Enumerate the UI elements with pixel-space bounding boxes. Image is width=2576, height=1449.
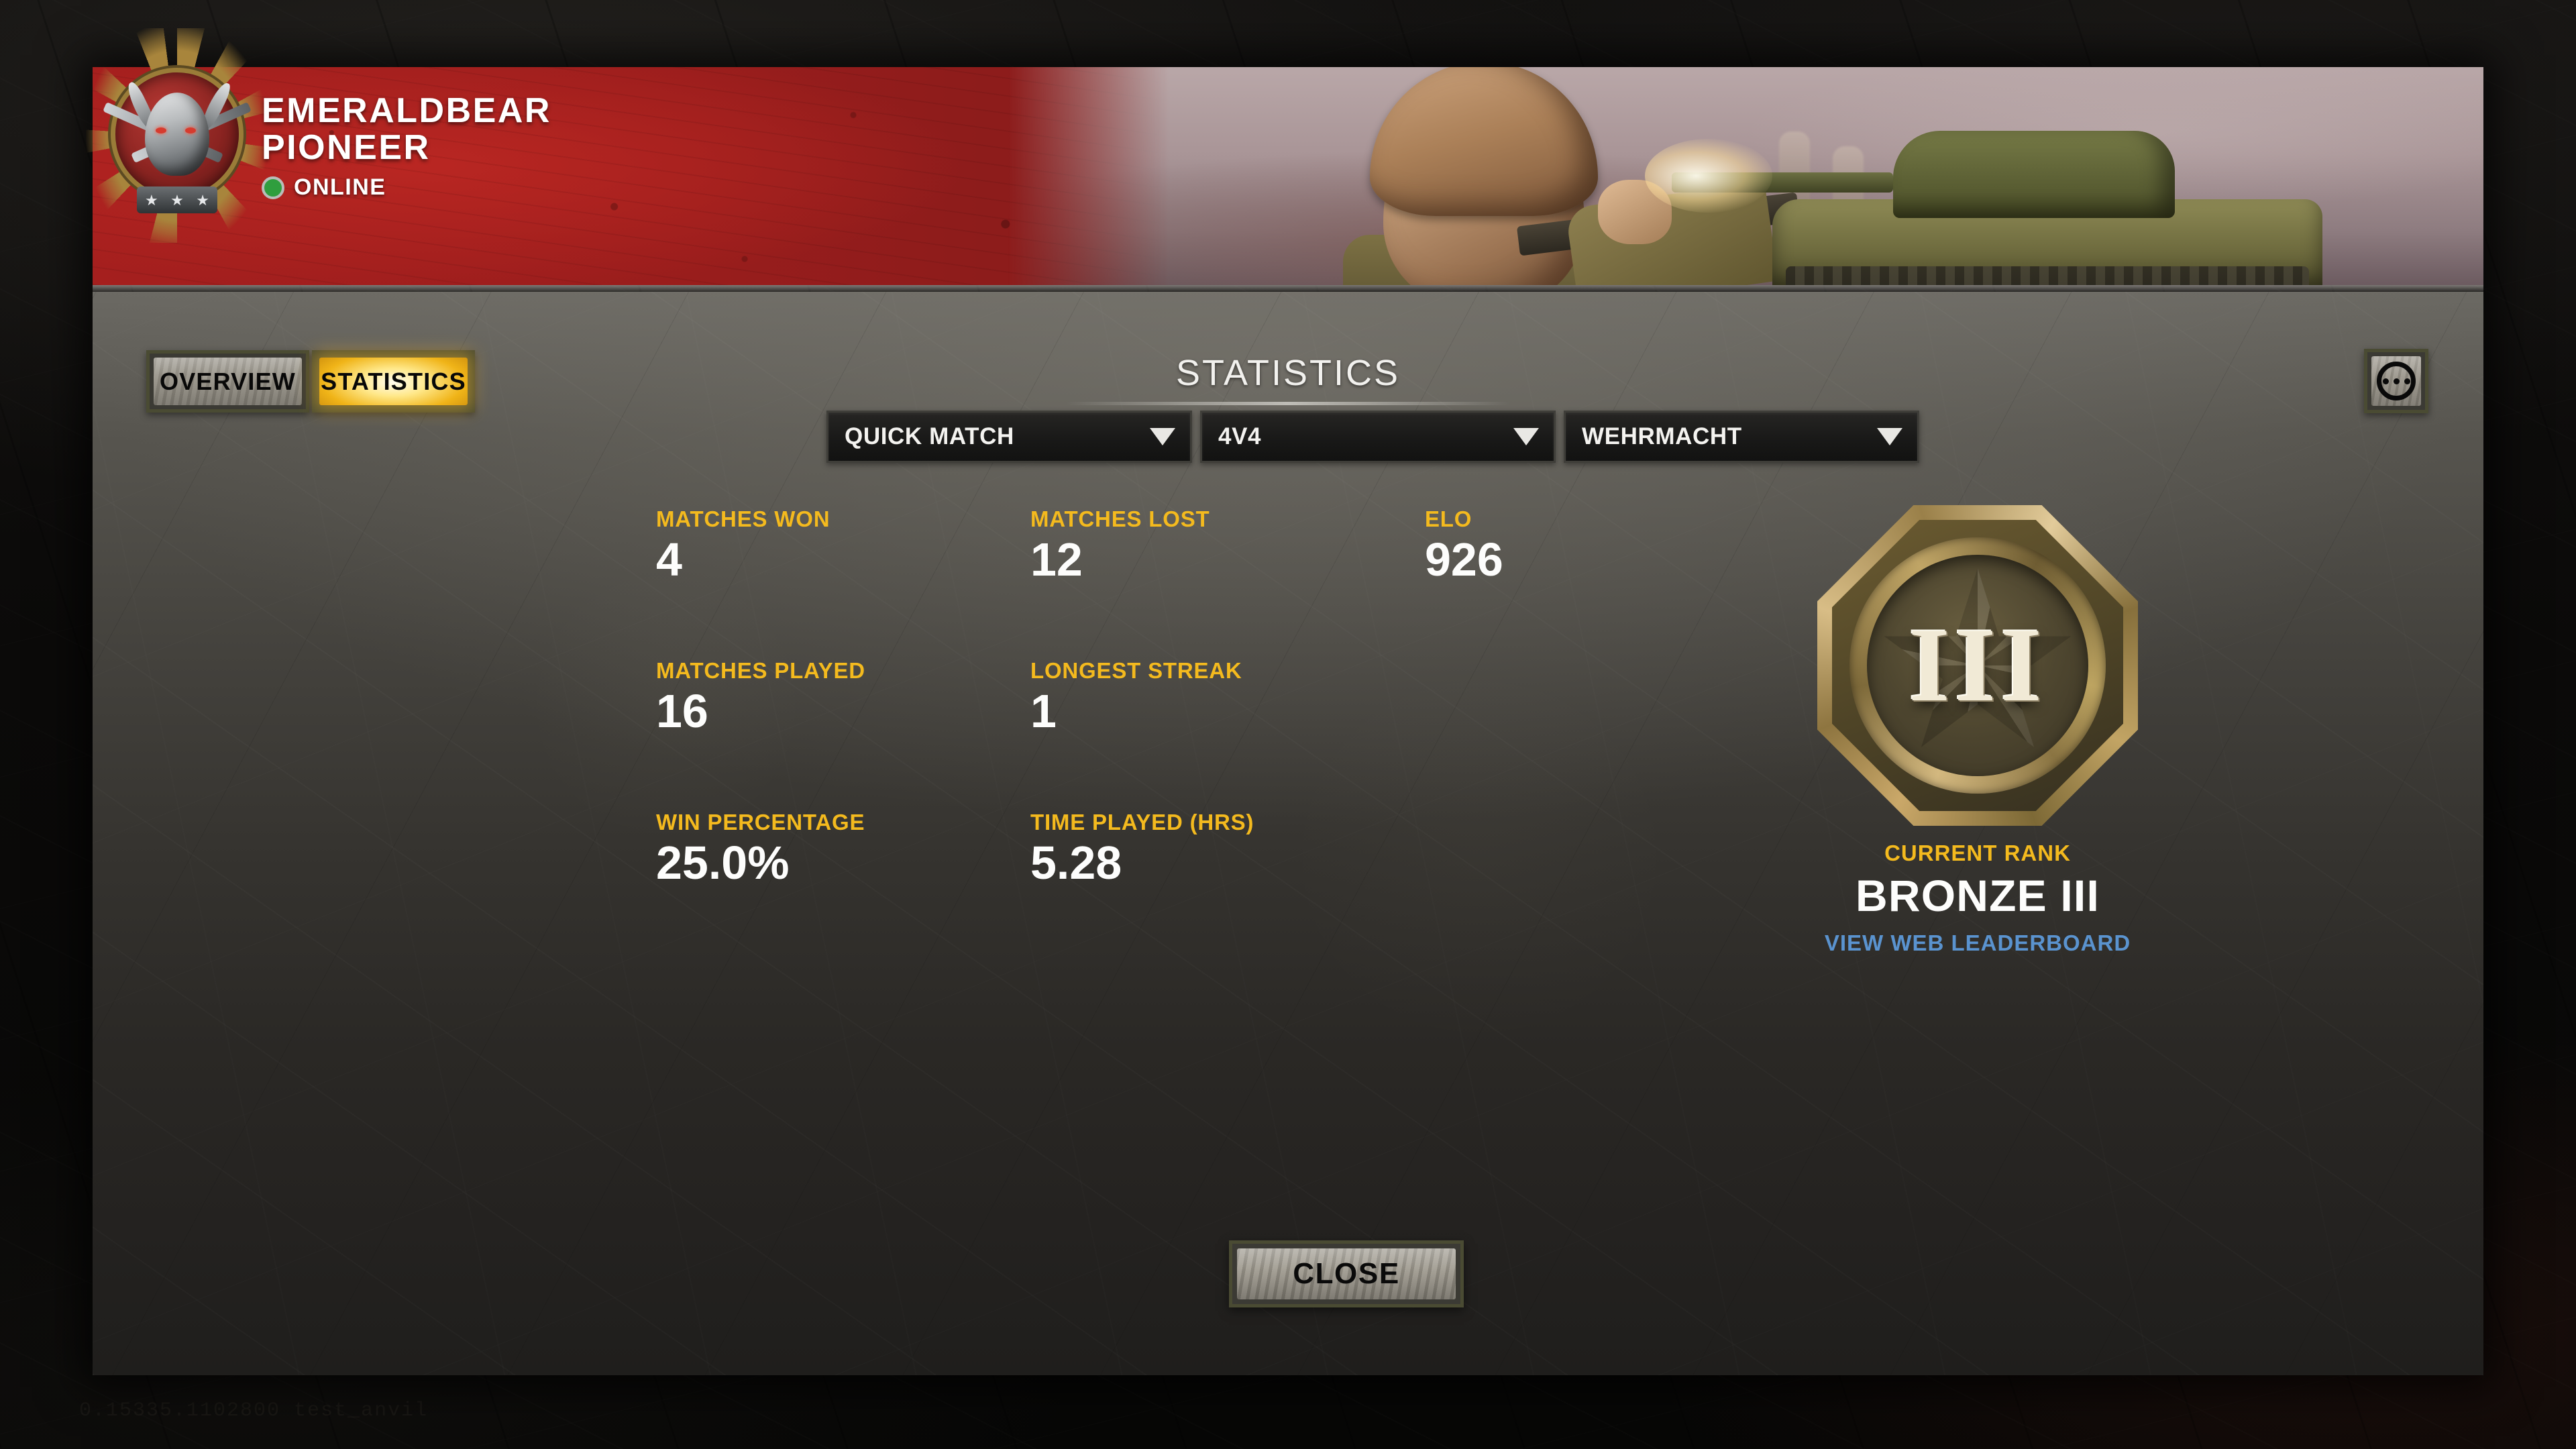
stat-value: 25.0%	[656, 837, 790, 890]
player-name: EMERALDBEAR	[262, 91, 551, 130]
stat-matches-lost: MATCHES LOST 12	[1030, 506, 1425, 584]
rank-caption: CURRENT RANK	[1884, 841, 2071, 865]
status-badge: ONLINE	[262, 174, 551, 201]
player-profile-dialog: ★ ★ ★ EMERALDBEAR PIONEER ONLINE OVERVIEW …	[86, 28, 2483, 1375]
status-label: ONLINE	[294, 174, 386, 201]
avatar-eye-icon	[156, 127, 166, 133]
stat-label: ELO	[1425, 506, 1472, 531]
close-button[interactable]: CLOSE	[1229, 1240, 1464, 1307]
stat-spacer	[1425, 658, 1503, 736]
tank-muzzle-flash	[1645, 139, 1772, 213]
title-divider	[1067, 402, 1509, 405]
stat-win-percentage: WIN PERCENTAGE 25.0%	[656, 810, 1030, 888]
online-status-dot-icon	[262, 176, 284, 199]
close-button-label: CLOSE	[1293, 1257, 1400, 1290]
player-identity: EMERALDBEAR PIONEER ONLINE	[262, 91, 551, 201]
profile-tabs: OVERVIEW STATISTICS	[146, 350, 475, 413]
tab-overview[interactable]: OVERVIEW	[146, 350, 309, 413]
stat-value: 5.28	[1030, 837, 1122, 890]
stat-longest-streak: LONGEST STREAK 1	[1030, 658, 1425, 736]
tab-statistics-face: STATISTICS	[319, 358, 468, 405]
stat-matches-won: MATCHES WON 4	[656, 506, 1030, 584]
chevron-down-icon	[1150, 428, 1175, 445]
tab-overview-label: OVERVIEW	[160, 367, 296, 395]
stat-matches-played: MATCHES PLAYED 16	[656, 658, 1030, 736]
match-type-dropdown[interactable]: QUICK MATCH	[826, 411, 1192, 463]
chevron-down-icon	[1513, 428, 1539, 445]
stat-value: 12	[1030, 533, 1083, 586]
chevron-down-icon	[1877, 428, 1902, 445]
stat-label: LONGEST STREAK	[1030, 658, 1242, 684]
banner-tank	[1645, 125, 2322, 285]
stat-label: WIN PERCENTAGE	[656, 810, 865, 835]
rank-medal-icon: III	[1817, 505, 2138, 826]
faction-dropdown[interactable]: WEHRMACHT	[1564, 411, 1919, 463]
banner-bottom-edge	[93, 285, 2483, 292]
team-size-dropdown[interactable]: 4V4	[1200, 411, 1556, 463]
team-size-value: 4V4	[1218, 423, 1262, 449]
medal-numeral: III	[1909, 606, 2047, 724]
banner-battle-artwork	[1008, 67, 2483, 285]
stat-label: TIME PLAYED (HRS)	[1030, 810, 1254, 835]
tank-tracks	[1786, 266, 2309, 285]
faction-value: WEHRMACHT	[1582, 423, 1742, 449]
rank-name: BRONZE III	[1855, 871, 2100, 920]
tank-turret	[1893, 131, 2175, 218]
statistics-panel: OVERVIEW STATISTICS STATISTICS QUICK MAT…	[93, 292, 2483, 1375]
stat-value: 16	[656, 685, 708, 738]
stat-value: 1	[1030, 685, 1057, 738]
stat-value: 4	[656, 533, 682, 586]
close-button-face: CLOSE	[1237, 1248, 1456, 1299]
stat-label: MATCHES LOST	[1030, 506, 1210, 531]
more-options-icon	[2377, 362, 2416, 400]
stat-time-played: TIME PLAYED (HRS) 5.28	[1030, 810, 1425, 888]
view-web-leaderboard-link[interactable]: VIEW WEB LEADERBOARD	[1825, 930, 2131, 956]
options-button[interactable]	[2364, 349, 2428, 413]
options-button-face	[2371, 356, 2421, 406]
avatar-stars-icon: ★ ★ ★	[145, 192, 209, 209]
page-title: STATISTICS	[1175, 353, 1400, 393]
stat-label: MATCHES PLAYED	[656, 658, 865, 684]
tab-statistics-label: STATISTICS	[321, 367, 466, 395]
filter-bar: QUICK MATCH 4V4 WEHRMACHT	[826, 411, 1919, 463]
statistics-grid: MATCHES WON 4 MATCHES LOST 12 ELO 926 MA…	[656, 506, 1503, 888]
stat-label: MATCHES WON	[656, 506, 830, 531]
rank-block: III CURRENT RANK BRONZE III VIEW WEB LEA…	[1719, 505, 2236, 956]
player-suffix: PIONEER	[262, 128, 431, 168]
avatar[interactable]: ★ ★ ★	[86, 28, 268, 243]
stat-spacer	[1425, 810, 1503, 888]
stat-elo: ELO 926	[1425, 506, 1503, 584]
tab-statistics[interactable]: STATISTICS	[312, 350, 475, 413]
stat-value: 926	[1425, 533, 1503, 586]
avatar-eye-icon	[185, 127, 196, 133]
build-version-text: 0.15335.1102800 test_anvil	[79, 1399, 429, 1422]
match-type-value: QUICK MATCH	[845, 423, 1014, 449]
tab-overview-face: OVERVIEW	[154, 358, 302, 405]
